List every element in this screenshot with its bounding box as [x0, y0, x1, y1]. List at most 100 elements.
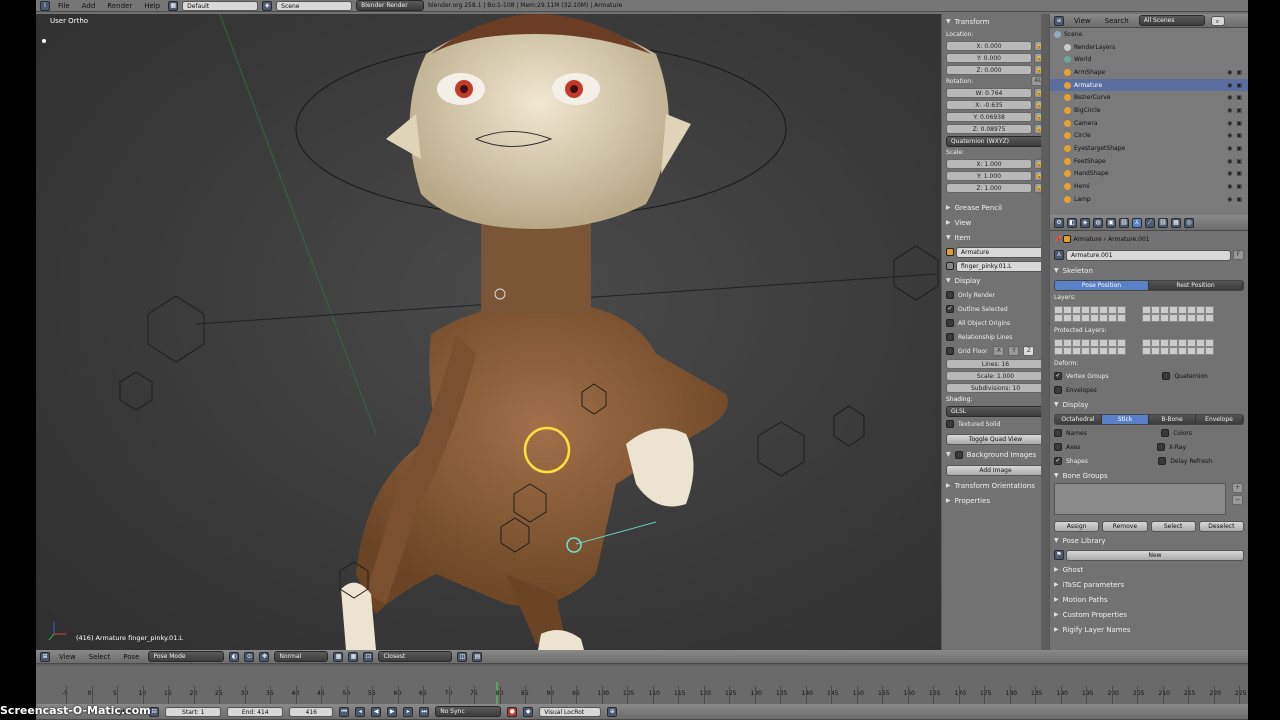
- grid-floor-checkbox[interactable]: [946, 347, 954, 355]
- draw-stick-button[interactable]: Stick: [1102, 414, 1149, 424]
- item-object-name[interactable]: Armature: [956, 246, 1045, 258]
- opengl-render-icon[interactable]: ▤: [472, 651, 483, 662]
- timeline-area[interactable]: [36, 666, 1248, 706]
- auto-keyframe-icon[interactable]: ●: [507, 706, 518, 717]
- new-pose-library-button[interactable]: New: [1066, 549, 1244, 561]
- axis-z-toggle[interactable]: Z: [1023, 346, 1035, 356]
- physics-tab-icon[interactable]: ◎: [1184, 217, 1194, 228]
- panel-transform[interactable]: ▼ Transform: [942, 14, 1049, 29]
- rotation-mode-select[interactable]: Quaternion (WXYZ): [946, 135, 1045, 147]
- panel-transform-orientations[interactable]: ▶ Transform Orientations: [942, 478, 1049, 493]
- add-bone-group-icon[interactable]: +: [1232, 483, 1243, 493]
- start-frame-field[interactable]: Start: 1: [165, 706, 222, 717]
- layout-field[interactable]: Default: [182, 0, 259, 11]
- menu-file[interactable]: File: [54, 1, 74, 11]
- timeline[interactable]: ⊞ View Select Pose Pose Mode ◐ ⊙ ✥ Norma…: [36, 650, 1248, 720]
- armature-data-icon[interactable]: ⅄: [1054, 250, 1064, 260]
- pivot-point-icon[interactable]: ⊙: [244, 651, 255, 662]
- outliner-item-bigcircle[interactable]: BigCircle ◉ ▣: [1050, 104, 1248, 117]
- panel-pose-library[interactable]: ▼ Pose Library: [1050, 533, 1248, 548]
- layers-grid[interactable]: [1050, 303, 1248, 325]
- outliner-item-armature[interactable]: Armature ◉ ▣: [1050, 78, 1248, 92]
- panel-view[interactable]: ▶ View: [942, 215, 1049, 230]
- prev-keyframe-icon[interactable]: ◂: [355, 706, 366, 717]
- armature-data-tab-icon[interactable]: ⅄: [1132, 217, 1142, 228]
- remove-bone-group-icon[interactable]: −: [1232, 495, 1243, 505]
- outliner-search-icon[interactable]: ⌕: [1210, 15, 1225, 26]
- panel-skeleton[interactable]: ▼ Skeleton: [1050, 263, 1248, 278]
- rotation-w[interactable]: W: 0.764: [946, 88, 1032, 98]
- panel-background-images[interactable]: ▼ Background Images: [942, 447, 1049, 462]
- render-icon[interactable]: ◫: [457, 651, 468, 662]
- panel-properties[interactable]: ▶ Properties: [942, 493, 1049, 508]
- outliner-item-hemi[interactable]: Hemi ◉ ▣: [1050, 180, 1248, 193]
- axis-y-toggle[interactable]: Y: [1008, 346, 1020, 356]
- current-frame-field[interactable]: 416: [289, 706, 334, 717]
- 3d-view-editor-icon[interactable]: ⊞: [40, 651, 50, 662]
- rest-position-button[interactable]: Rest Position: [1149, 280, 1243, 290]
- menu-help[interactable]: Help: [140, 1, 164, 11]
- item-bone-name[interactable]: finger_pinky.01.L: [956, 260, 1045, 272]
- outliner-item-beziercurve[interactable]: BezierCurve ◉ ▣: [1050, 91, 1248, 104]
- outliner-item-lamp[interactable]: Lamp ◉ ▣: [1050, 193, 1248, 206]
- panel-grease-pencil[interactable]: ▶ Grease Pencil: [942, 200, 1049, 215]
- play-reverse-icon[interactable]: ◀: [371, 706, 382, 717]
- draw-bbone-button[interactable]: B-Bone: [1149, 414, 1196, 424]
- panel-display[interactable]: ▼ Display: [942, 273, 1049, 288]
- colors-checkbox[interactable]: [1161, 429, 1170, 437]
- jump-start-icon[interactable]: ⏮: [339, 706, 350, 717]
- scene-icon[interactable]: ◈: [262, 0, 273, 11]
- quaternion-checkbox[interactable]: [1162, 372, 1171, 380]
- 3d-viewport[interactable]: User Ortho (416) Armature finger_pinky.0…: [36, 14, 941, 650]
- pin-icon[interactable]: 📌: [1054, 236, 1061, 243]
- draw-octahedral-button[interactable]: Octahedral: [1055, 414, 1102, 424]
- shapes-checkbox[interactable]: ✓: [1054, 457, 1062, 465]
- bone-tab-icon[interactable]: ⟋: [1145, 217, 1155, 228]
- outliner-item-eyestargetshape[interactable]: EyestargetShape ◉ ▣: [1050, 142, 1248, 155]
- constraints-tab-icon[interactable]: ⛓: [1119, 217, 1129, 228]
- background-images-checkbox[interactable]: [954, 450, 963, 459]
- armature-datablock-field[interactable]: Armature.001: [1066, 249, 1231, 261]
- next-keyframe-icon[interactable]: ▸: [403, 706, 414, 717]
- deselect-button[interactable]: Deselect: [1198, 520, 1244, 532]
- outliner-editor-icon[interactable]: ≡: [1054, 15, 1064, 26]
- rotation-y[interactable]: Y: 0.06938: [946, 112, 1032, 122]
- keyframe-icon[interactable]: ◆: [523, 706, 534, 717]
- axes-checkbox[interactable]: [1054, 443, 1062, 451]
- outliner-filter-select[interactable]: All Scenes: [1138, 15, 1205, 26]
- protected-layers-grid[interactable]: [1050, 336, 1248, 358]
- scale-z[interactable]: Z: 1.000: [946, 183, 1032, 193]
- assign-button[interactable]: Assign: [1054, 520, 1100, 532]
- snap-icon[interactable]: ⊡: [363, 651, 374, 662]
- transform-orientation-select[interactable]: Normal: [274, 651, 329, 662]
- manipulator-icon[interactable]: ✥: [259, 651, 270, 662]
- screen-layout-icon[interactable]: ▦: [168, 0, 179, 11]
- grid-subdivisions-field[interactable]: Subdivisions: 10: [946, 383, 1045, 393]
- render-engine-select[interactable]: Blender Render: [356, 0, 425, 11]
- outliner-item-feetshape[interactable]: FeetShape ◉ ▣: [1050, 155, 1248, 168]
- pose-position-button[interactable]: Pose Position: [1055, 280, 1149, 290]
- keying-set-field[interactable]: Visual LocRot: [539, 706, 602, 717]
- all-object-origins-checkbox[interactable]: [946, 319, 954, 327]
- render-tab-icon[interactable]: ◧: [1067, 217, 1077, 228]
- select-button[interactable]: Select: [1150, 520, 1196, 532]
- outliner-item-camera[interactable]: Camera ◉ ▣: [1050, 117, 1248, 130]
- outliner-item-armshape[interactable]: ArmShape ◉ ▣: [1050, 66, 1248, 79]
- outliner-item-handshape[interactable]: HandShape ◉ ▣: [1050, 168, 1248, 181]
- rotation-x[interactable]: X: -0.635: [946, 100, 1032, 110]
- grid-scale-field[interactable]: Scale: 1.000: [946, 371, 1045, 381]
- menu-render[interactable]: Render: [103, 1, 136, 11]
- panel-bone-groups[interactable]: ▼ Bone Groups: [1050, 468, 1248, 483]
- textured-solid-checkbox[interactable]: [946, 420, 954, 428]
- shading-select[interactable]: GLSL: [946, 405, 1045, 417]
- viewport-shading-icon[interactable]: ◐: [229, 651, 240, 662]
- location-z[interactable]: Z: 0.000: [946, 65, 1032, 75]
- remove-button[interactable]: Remove: [1102, 520, 1148, 532]
- bone-groups-list[interactable]: [1054, 483, 1226, 515]
- panel-display[interactable]: ▼ Display: [1050, 397, 1248, 412]
- rotation-z[interactable]: Z: 0.08975: [946, 124, 1032, 134]
- bone-constraints-tab-icon[interactable]: ⛓: [1158, 217, 1168, 228]
- outliner-item-scene[interactable]: Scene: [1050, 28, 1248, 41]
- only-render-checkbox[interactable]: [946, 291, 954, 299]
- outliner-item-circle[interactable]: Circle ◉ ▣: [1050, 130, 1248, 143]
